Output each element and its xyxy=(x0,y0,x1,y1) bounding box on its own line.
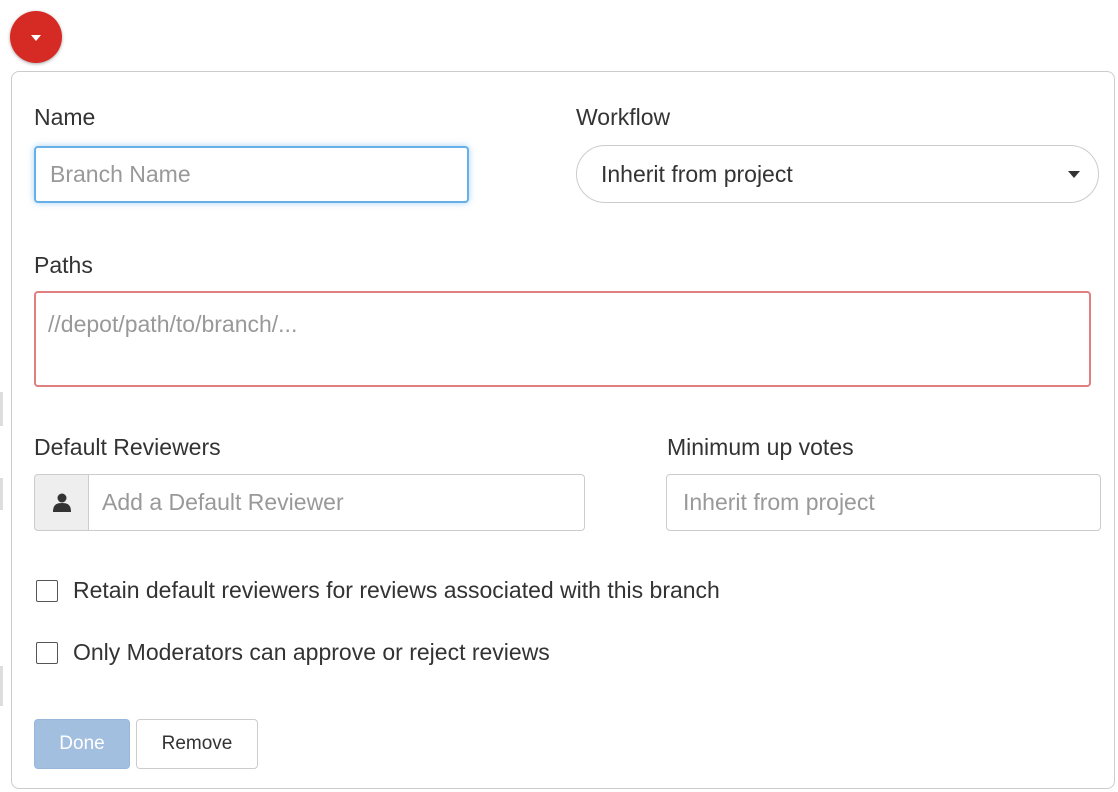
remove-button[interactable]: Remove xyxy=(136,719,258,769)
name-label: Name xyxy=(34,104,96,130)
background-edge xyxy=(0,478,3,510)
moderators-only-label: Only Moderators can approve or reject re… xyxy=(73,639,550,665)
caret-down-icon xyxy=(31,35,41,41)
retain-reviewers-checkbox[interactable] xyxy=(36,579,58,602)
done-button[interactable]: Done xyxy=(34,719,130,769)
chevron-down-icon xyxy=(1068,170,1080,178)
branch-name-placeholder: Branch Name xyxy=(50,161,191,187)
workflow-select-value: Inherit from project xyxy=(601,160,793,187)
paths-placeholder: //depot/path/to/branch/... xyxy=(48,311,298,337)
reviewer-input-addon xyxy=(34,474,88,531)
retain-reviewers-label: Retain default reviewers for reviews ass… xyxy=(73,577,720,603)
background-edge xyxy=(0,392,3,426)
default-reviewers-label: Default Reviewers xyxy=(34,434,221,460)
moderators-only-option[interactable]: Only Moderators can approve or reject re… xyxy=(36,639,550,666)
moderators-only-checkbox[interactable] xyxy=(36,641,58,664)
default-reviewer-input[interactable]: Add a Default Reviewer xyxy=(88,474,585,531)
background-edge xyxy=(0,666,3,706)
default-reviewer-placeholder: Add a Default Reviewer xyxy=(102,489,344,515)
paths-textarea[interactable]: //depot/path/to/branch/... xyxy=(34,291,1091,387)
workflow-label: Workflow xyxy=(576,104,671,130)
paths-label: Paths xyxy=(34,252,93,278)
branch-toggle-button[interactable] xyxy=(10,11,62,63)
retain-reviewers-option[interactable]: Retain default reviewers for reviews ass… xyxy=(36,577,720,604)
branch-name-input[interactable]: Branch Name xyxy=(34,146,469,203)
minimum-up-votes-label: Minimum up votes xyxy=(667,434,854,460)
minimum-up-votes-placeholder: Inherit from project xyxy=(683,489,875,515)
user-icon xyxy=(52,493,71,512)
minimum-up-votes-input[interactable]: Inherit from project xyxy=(666,474,1101,531)
branch-edit-panel: Name Workflow Branch Name Inherit from p… xyxy=(11,71,1115,789)
workflow-select[interactable]: Inherit from project xyxy=(576,145,1099,203)
